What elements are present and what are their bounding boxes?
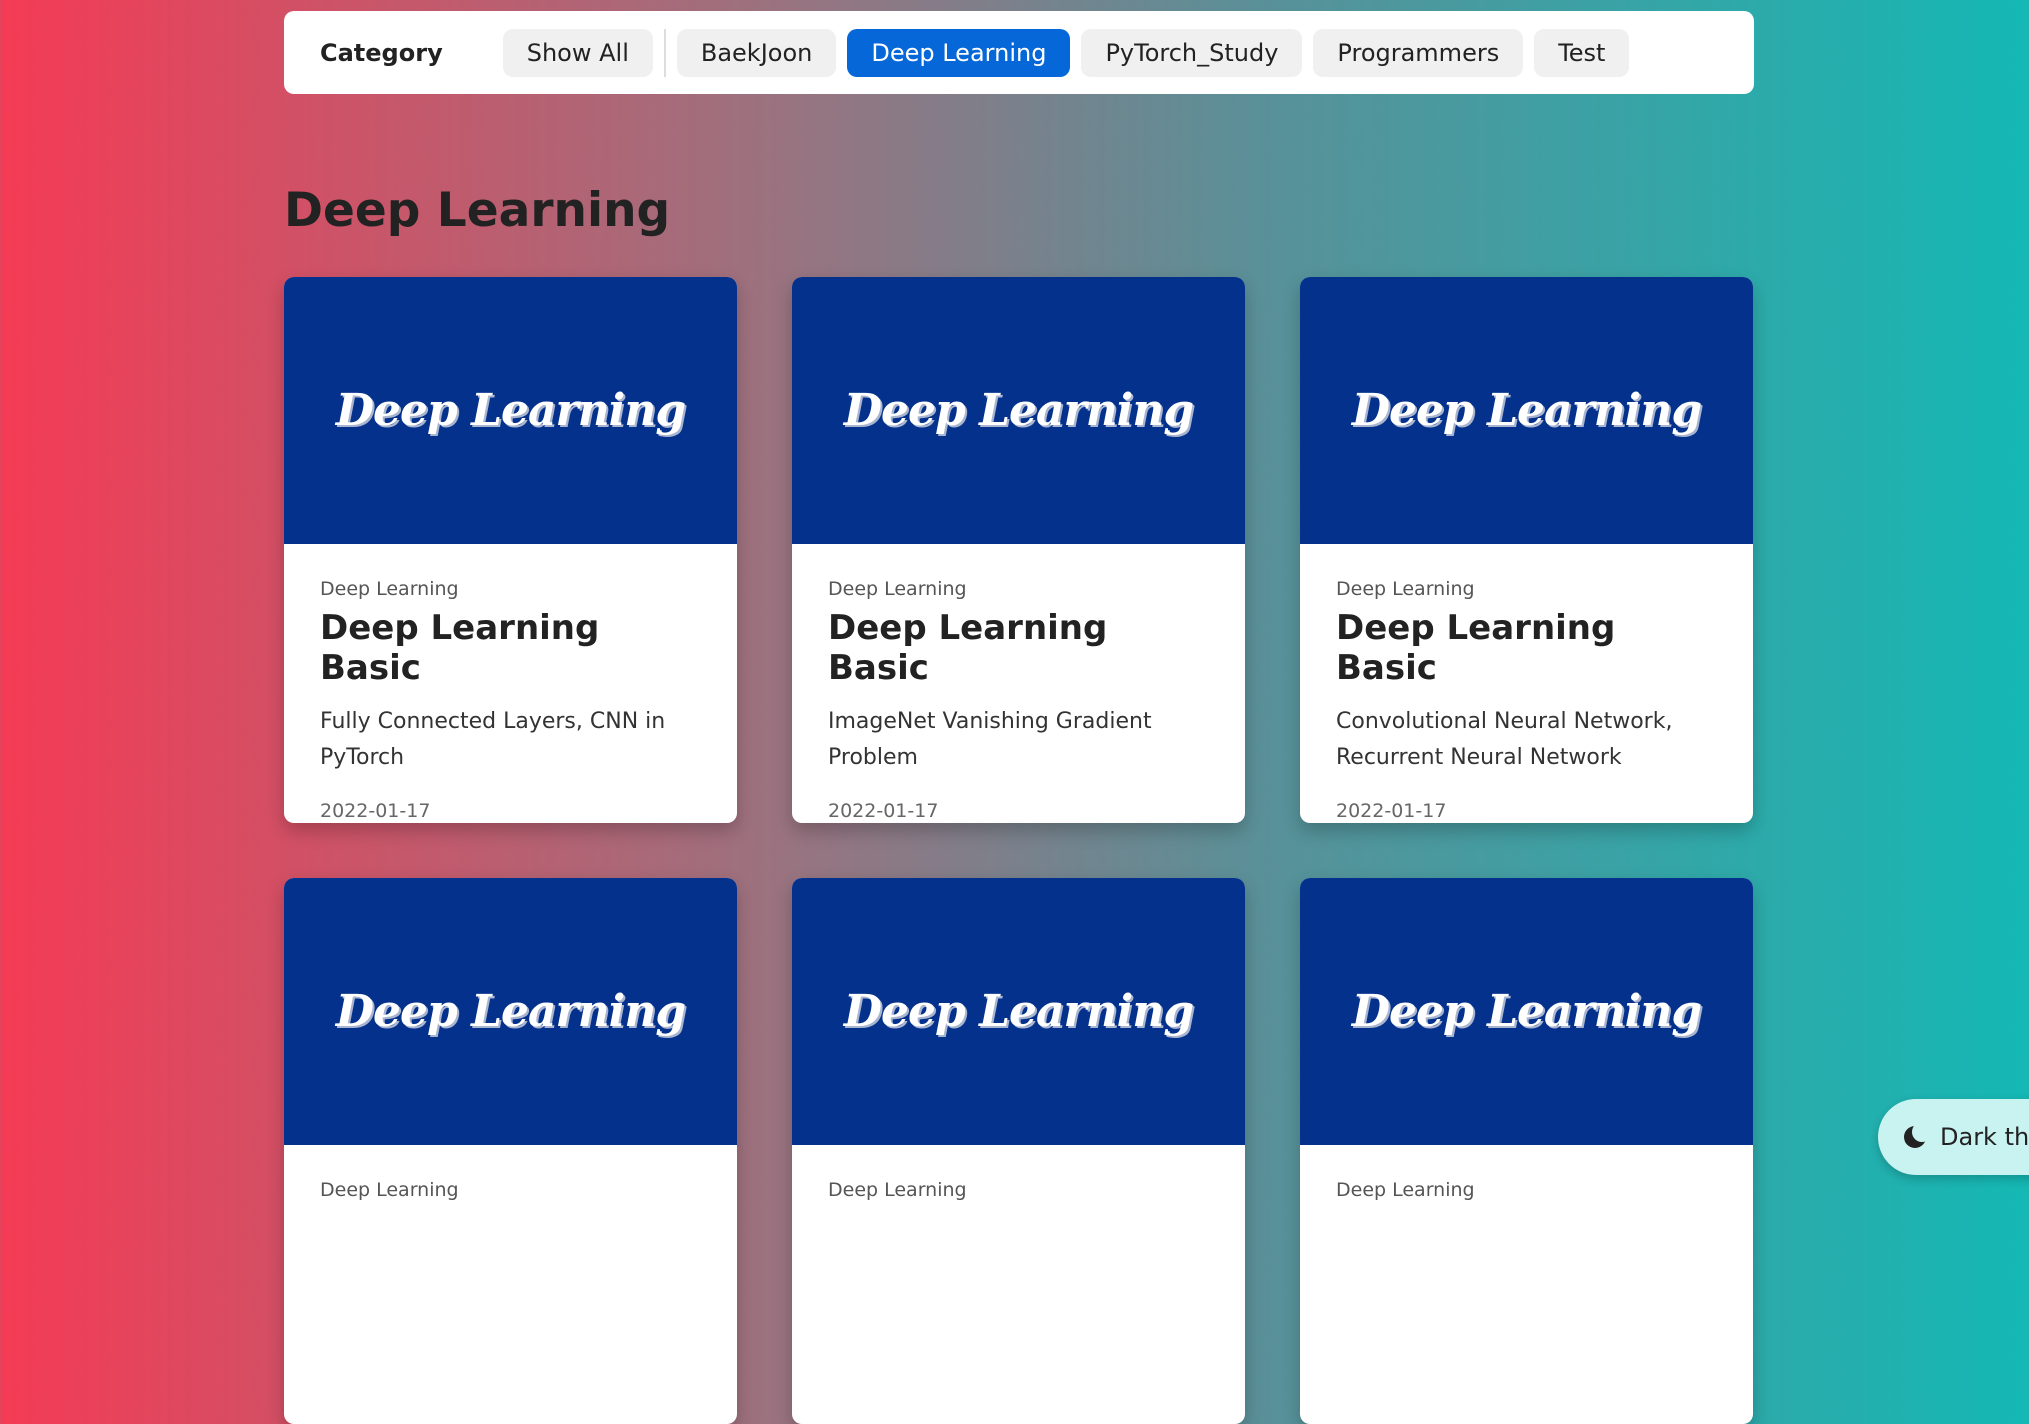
category-show-all-button[interactable]: Show All [502, 28, 653, 77]
post-thumbnail: Deep Learning [792, 878, 1245, 1145]
post-card[interactable]: Deep Learning Deep Learning Deep Learnin… [792, 277, 1245, 823]
post-card[interactable]: Deep Learning Deep Learning [1300, 878, 1753, 1424]
post-category: Deep Learning [828, 578, 967, 600]
category-pytorch-study-button[interactable]: PyTorch_Study [1081, 28, 1303, 77]
post-date: 2022-01-17 [1336, 800, 1447, 822]
post-thumbnail: Deep Learning [284, 878, 737, 1145]
post-category: Deep Learning [320, 1179, 459, 1201]
section-title: Deep Learning [284, 183, 671, 238]
post-description: Convolutional Neural Network, Recurrent … [1336, 709, 1673, 770]
post-category: Deep Learning [1336, 578, 1475, 600]
post-thumbnail: Deep Learning [792, 277, 1245, 544]
category-divider [663, 28, 666, 77]
category-bar: Category Show All BaekJoon Deep Learning… [284, 11, 1754, 94]
post-title: Deep Learning Basic [320, 608, 600, 688]
post-date: 2022-01-17 [828, 800, 939, 822]
post-card[interactable]: Deep Learning Deep Learning Deep Learnin… [1300, 277, 1753, 823]
post-card[interactable]: Deep Learning Deep Learning Deep Learnin… [284, 277, 737, 823]
post-title: Deep Learning Basic [828, 608, 1108, 688]
post-card[interactable]: Deep Learning Deep Learning [792, 878, 1245, 1424]
thumbnail-text: Deep Learning [1351, 385, 1702, 436]
post-category: Deep Learning [320, 578, 459, 600]
thumbnail-text: Deep Learning [843, 986, 1194, 1037]
category-programmers-button[interactable]: Programmers [1313, 28, 1524, 77]
dark-theme-label: Dark the [1940, 1123, 2029, 1151]
thumbnail-text: Deep Learning [1351, 986, 1702, 1037]
category-deep-learning-button[interactable]: Deep Learning [847, 28, 1071, 77]
thumbnail-text: Deep Learning [335, 986, 686, 1037]
post-description: Fully Connected Layers, CNN in PyTorch [320, 709, 666, 770]
post-card[interactable]: Deep Learning Deep Learning [284, 878, 737, 1424]
category-test-button[interactable]: Test [1534, 28, 1630, 77]
category-label: Category [320, 38, 443, 67]
post-category: Deep Learning [828, 1179, 967, 1201]
dark-theme-toggle-button[interactable]: Dark the [1878, 1099, 2029, 1175]
thumbnail-text: Deep Learning [843, 385, 1194, 436]
post-title: Deep Learning Basic [1336, 608, 1616, 688]
post-category: Deep Learning [1336, 1179, 1475, 1201]
post-date: 2022-01-17 [320, 800, 431, 822]
moon-icon [1904, 1122, 1932, 1148]
post-description: ImageNet Vanishing Gradient Problem [828, 709, 1152, 770]
post-thumbnail: Deep Learning [1300, 878, 1753, 1145]
category-baekjoon-button[interactable]: BaekJoon [676, 28, 837, 77]
thumbnail-text: Deep Learning [335, 385, 686, 436]
post-thumbnail: Deep Learning [284, 277, 737, 544]
post-thumbnail: Deep Learning [1300, 277, 1753, 544]
